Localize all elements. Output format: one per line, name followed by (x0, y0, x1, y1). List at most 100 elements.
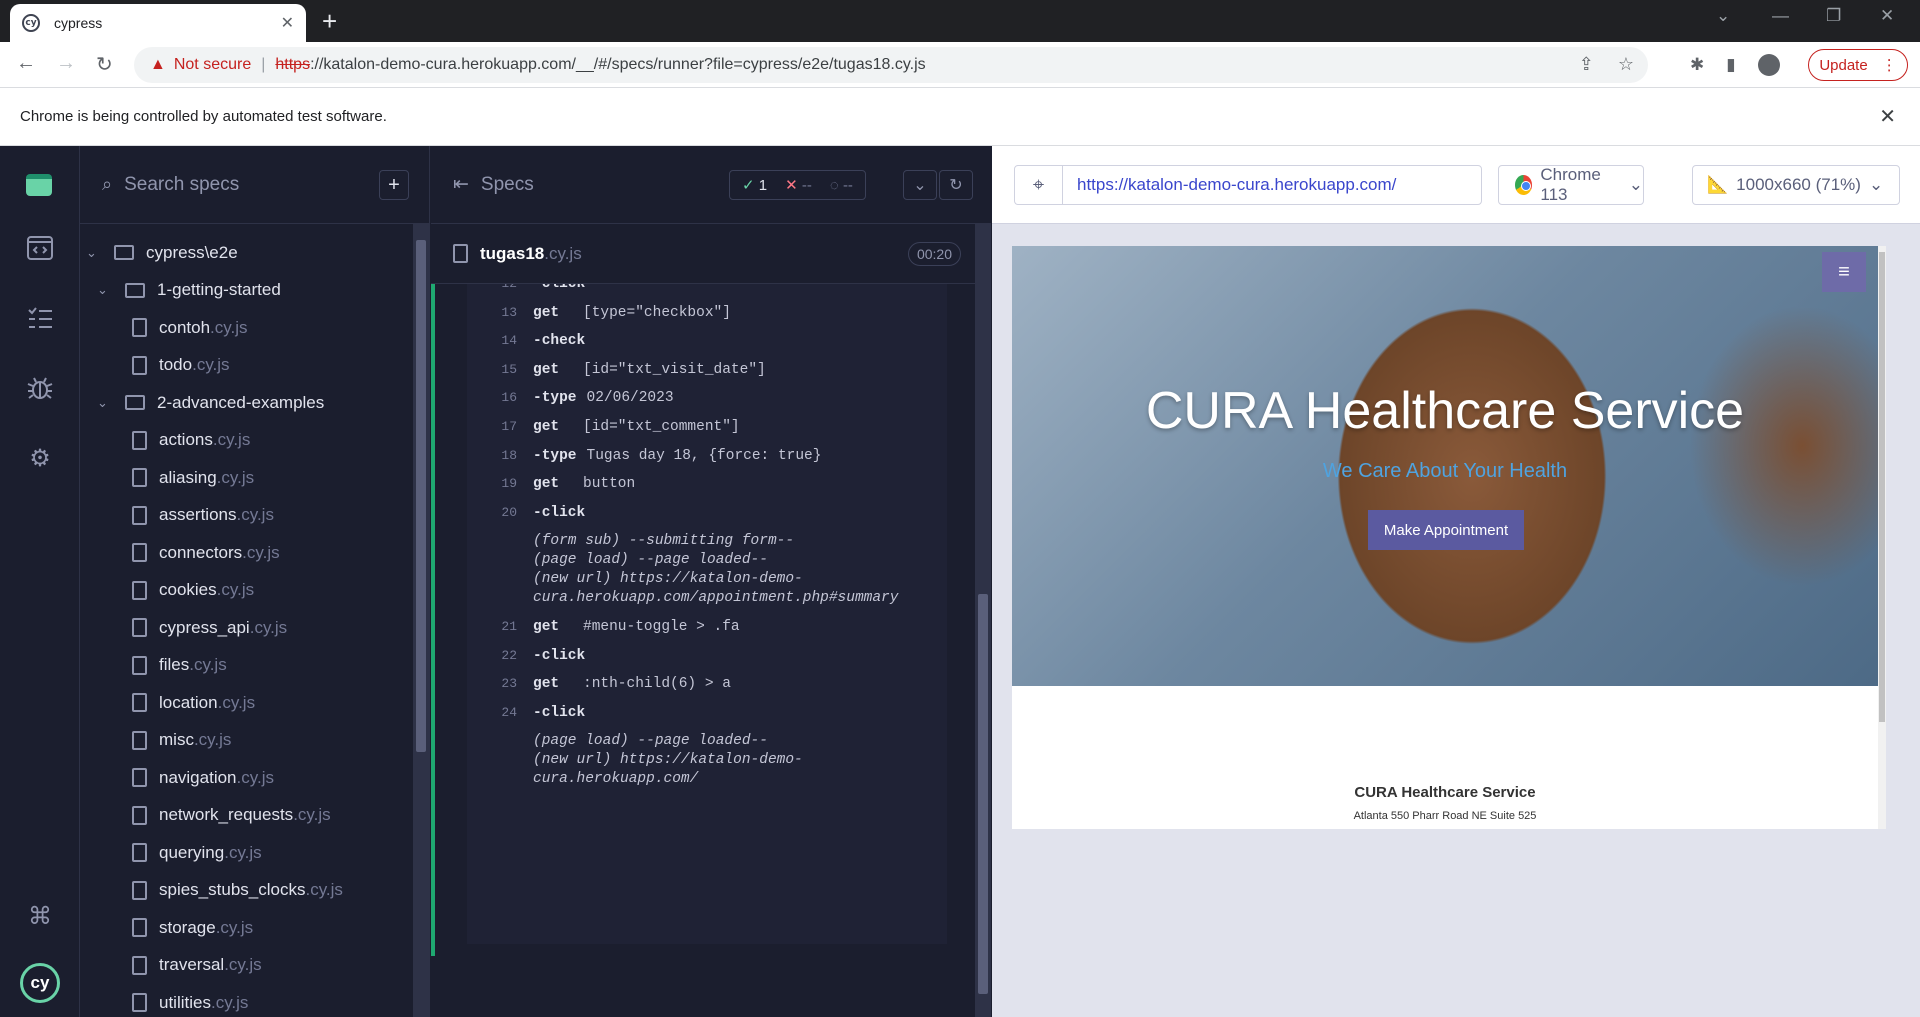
specs-header-label[interactable]: Specs (481, 174, 534, 196)
spec-file-item[interactable]: cypress_api .cy.js (80, 609, 429, 647)
tree-item-ext: .cy.js (212, 430, 251, 450)
spec-file-item[interactable]: misc .cy.js (80, 722, 429, 760)
new-tab-button[interactable]: + (322, 6, 337, 36)
dropdown-chevron-icon[interactable]: ⌄ (903, 170, 937, 200)
side-panel-icon[interactable]: ▮ (1726, 55, 1735, 75)
aut-scroll-thumb[interactable] (1879, 252, 1885, 722)
command-event[interactable]: (form sub) --submitting form-- (467, 533, 794, 549)
tree-item-label: traversal (159, 955, 225, 975)
tab-close-icon[interactable]: ✕ (281, 13, 294, 33)
command-event[interactable]: cura.herokuapp.com/appointment.php#summa… (467, 590, 898, 606)
share-icon[interactable]: ⇪ (1579, 54, 1594, 75)
search-input[interactable]: Search specs (124, 174, 239, 196)
address-bar[interactable]: ▲ Not secure | https ://katalon-demo-cur… (134, 47, 1648, 83)
viewport-info[interactable]: 📐 1000x660 (71%) ⌄ (1692, 165, 1900, 205)
tab-search-icon[interactable]: ⌄ (1716, 6, 1730, 26)
tree-folder[interactable]: ⌄ cypress\e2e (80, 234, 429, 272)
command-row[interactable]: 20 -click (467, 505, 595, 521)
chevron-down-icon[interactable]: ⌄ (97, 282, 113, 298)
spec-file-item[interactable]: storage .cy.js (80, 909, 429, 947)
spec-file-item[interactable]: utilities .cy.js (80, 984, 429, 1017)
spec-file-item[interactable]: actions .cy.js (80, 422, 429, 460)
reload-icon[interactable]: ↻ (96, 52, 113, 77)
spec-file-item[interactable]: files .cy.js (80, 647, 429, 685)
chevron-down-icon[interactable]: ⌄ (97, 395, 113, 411)
spec-file-item[interactable]: querying .cy.js (80, 834, 429, 872)
keyboard-shortcuts-icon[interactable]: ⌘ (24, 900, 56, 932)
command-event[interactable]: (page load) --page loaded-- (467, 733, 768, 749)
sidebar-scroll-thumb[interactable] (416, 240, 426, 752)
spec-file-item[interactable]: spies_stubs_clocks .cy.js (80, 872, 429, 910)
bookmark-star-icon[interactable]: ☆ (1618, 54, 1634, 75)
command-row[interactable]: 21 get #menu-toggle > .fa (467, 619, 739, 635)
runs-nav-icon[interactable] (24, 302, 56, 334)
file-icon (132, 730, 147, 750)
back-icon[interactable]: ← (16, 52, 36, 75)
browser-selector[interactable]: Chrome 113 ⌄ (1498, 165, 1644, 205)
settings-gear-icon[interactable]: ⚙ (24, 442, 56, 474)
aut-url[interactable]: https://katalon-demo-cura.herokuapp.com/ (1077, 175, 1396, 195)
log-scroll-thumb[interactable] (978, 594, 988, 994)
profile-avatar[interactable] (1757, 54, 1780, 76)
event-text: (new url) https://katalon-demo- (533, 752, 803, 769)
spec-file-item[interactable]: navigation .cy.js (80, 759, 429, 797)
command-row[interactable]: 14 -check (467, 333, 595, 349)
command-event[interactable]: (new url) https://katalon-demo- (467, 752, 803, 768)
infobar-close-icon[interactable]: ✕ (1879, 104, 1896, 129)
reporter-header: ⇤ Specs ✓ 1 ✕ -- ◌ -- ⌄ ↻ (431, 146, 991, 224)
command-row[interactable]: 17 get [id="txt_comment"] (467, 419, 739, 435)
command-event[interactable]: (new url) https://katalon-demo- (467, 571, 803, 587)
command-row[interactable]: 24 -click (467, 705, 595, 721)
specs-nav-icon[interactable] (24, 232, 56, 264)
command-row[interactable]: 12 -click (467, 284, 595, 292)
command-event[interactable]: cura.herokuapp.com/ (467, 771, 698, 787)
command-row[interactable]: 15 get [id="txt_visit_date"] (467, 362, 765, 378)
spec-file-item[interactable]: assertions .cy.js (80, 497, 429, 535)
not-secure-label[interactable]: Not secure (174, 56, 251, 74)
selector-playground-icon[interactable]: ⌖ (1015, 166, 1063, 204)
browser-tab[interactable]: cy cypress ✕ (10, 4, 306, 42)
aut-url-box[interactable]: ⌖ https://katalon-demo-cura.herokuapp.co… (1014, 165, 1482, 205)
new-spec-button[interactable]: + (379, 170, 409, 200)
project-icon[interactable] (26, 174, 52, 196)
spec-file-item[interactable]: traversal .cy.js (80, 947, 429, 985)
forward-icon[interactable]: → (56, 52, 76, 75)
spec-file-item[interactable]: cookies .cy.js (80, 572, 429, 610)
spec-file-item[interactable]: location .cy.js (80, 684, 429, 722)
command-event[interactable]: (page load) --page loaded-- (467, 552, 768, 568)
command-row[interactable]: 13 get [type="checkbox"] (467, 305, 731, 321)
cypress-logo-icon[interactable]: cy (20, 963, 60, 1003)
footer-title: CURA Healthcare Service (1354, 784, 1536, 801)
command-row[interactable]: 19 get button (467, 476, 635, 492)
window-close-icon[interactable]: ✕ (1880, 6, 1894, 26)
tree-folder[interactable]: ⌄ 2-advanced-examples (80, 384, 429, 422)
log-scrollbar[interactable] (975, 224, 991, 1017)
command-row[interactable]: 22 -click (467, 648, 595, 664)
update-label: Update (1819, 56, 1868, 74)
debug-bug-icon[interactable] (24, 372, 56, 404)
menu-toggle-icon[interactable]: ≡ (1822, 252, 1866, 292)
command-row[interactable]: 16 -type 02/06/2023 (467, 390, 673, 406)
make-appointment-button[interactable]: Make Appointment (1368, 510, 1524, 550)
chevron-down-icon: ⌄ (1868, 175, 1884, 194)
warning-icon[interactable]: ▲ (150, 56, 166, 74)
spec-search[interactable]: ⌕ Search specs + (80, 146, 429, 224)
command-row[interactable]: 23 get:nth-child(6) > a (467, 676, 731, 692)
minimize-icon[interactable]: — (1772, 6, 1789, 26)
spec-file-item[interactable]: todo .cy.js (80, 347, 429, 385)
tree-folder[interactable]: ⌄ 1-getting-started (80, 272, 429, 310)
command-row[interactable]: 18 -type Tugas day 18, {force: true} (467, 448, 821, 464)
restore-icon[interactable]: ❐ (1826, 6, 1841, 26)
spec-file-item[interactable]: contoh .cy.js (80, 309, 429, 347)
collapse-specs-icon[interactable]: ⇤ (453, 173, 469, 196)
chevron-down-icon[interactable]: ⌄ (86, 245, 102, 261)
separator: | (261, 56, 266, 73)
spec-file-item[interactable]: aliasing .cy.js (80, 459, 429, 497)
spec-file-item[interactable]: network_requests .cy.js (80, 797, 429, 835)
spec-file-item[interactable]: connectors .cy.js (80, 534, 429, 572)
extensions-icon[interactable]: ✱ (1690, 55, 1704, 75)
aut-scrollbar[interactable] (1878, 246, 1886, 829)
rerun-icon[interactable]: ↻ (939, 170, 973, 200)
update-button[interactable]: Update ⋮ (1808, 49, 1908, 81)
sidebar-scrollbar[interactable] (413, 224, 429, 1017)
